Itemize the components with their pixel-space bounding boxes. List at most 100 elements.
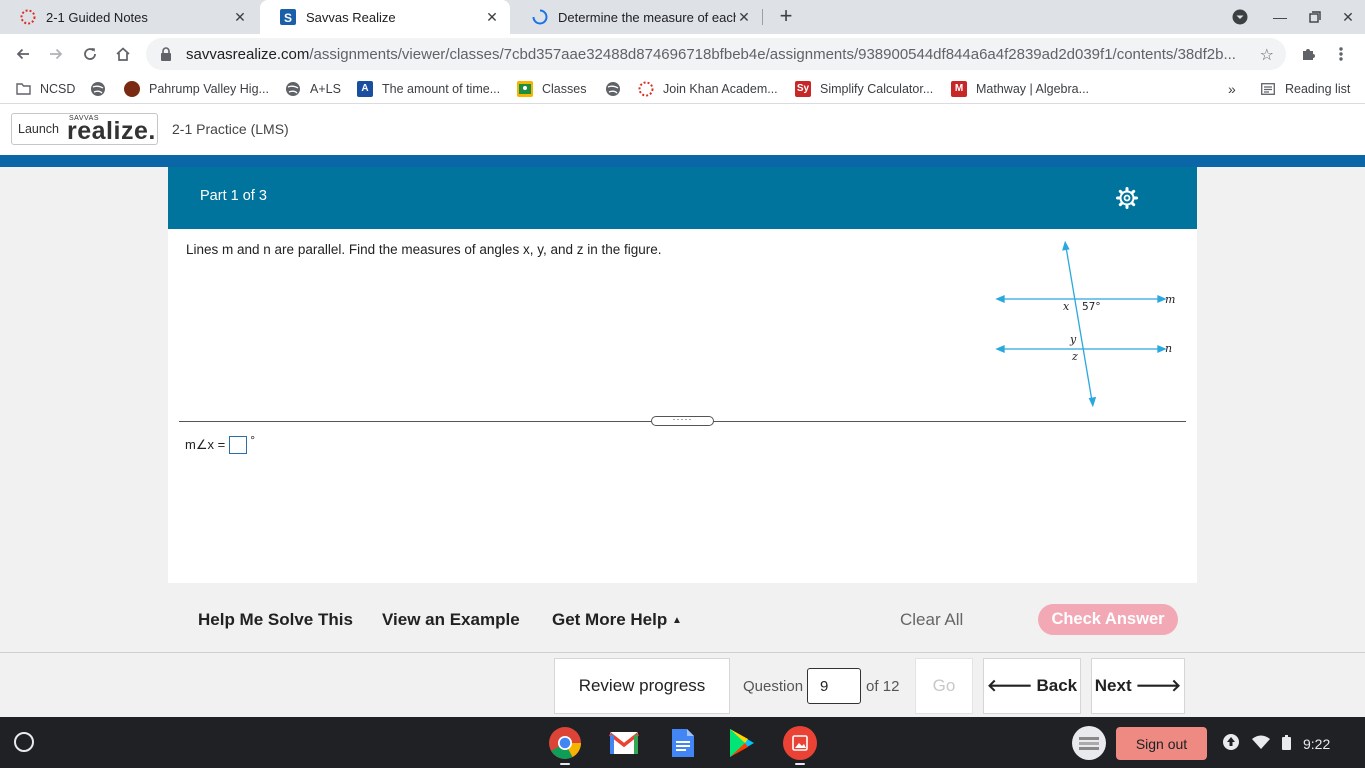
- launch-realize-button[interactable]: Launch SAVVAS realize.: [11, 113, 158, 145]
- bookmark-globe-2[interactable]: [605, 74, 630, 103]
- extensions-puzzle-icon[interactable]: [1294, 40, 1322, 68]
- running-indicator: [795, 763, 805, 765]
- gear-icon[interactable]: [1116, 187, 1138, 209]
- tab-guided-notes[interactable]: 2-1 Guided Notes ✕: [0, 0, 258, 34]
- answer-prefix: m∠x =: [185, 437, 226, 452]
- bookmark-globe-1[interactable]: [90, 74, 115, 103]
- bookmark-pahrump-valley[interactable]: Pahrump Valley Hig...: [124, 74, 269, 103]
- address-bar[interactable]: savvasrealize.com/assignments/viewer/cla…: [146, 38, 1286, 70]
- chrome-icon[interactable]: [548, 726, 582, 760]
- gallery-app-icon[interactable]: [783, 726, 817, 760]
- caret-up-icon: ▲: [671, 615, 682, 626]
- tab-determine-measure[interactable]: Determine the measure of each c ✕: [512, 0, 762, 34]
- go-button[interactable]: Go: [915, 658, 973, 714]
- play-store-icon[interactable]: [725, 726, 759, 760]
- close-window-icon[interactable]: ✕: [1334, 0, 1362, 34]
- sign-out-button[interactable]: Sign out: [1116, 727, 1207, 760]
- resize-handle[interactable]: ·····: [651, 415, 714, 426]
- close-icon[interactable]: ✕: [736, 9, 752, 26]
- tab-savvas-realize[interactable]: S Savvas Realize ✕: [260, 0, 510, 34]
- forward-arrow-icon[interactable]: [42, 40, 70, 68]
- degree-symbol: °: [250, 433, 255, 447]
- back-arrow-icon[interactable]: [9, 40, 37, 68]
- folder-icon: [15, 81, 31, 97]
- transversal-top-arrow: [1062, 241, 1070, 251]
- bookmark-ncsd[interactable]: NCSD: [15, 74, 75, 103]
- get-more-help-button[interactable]: Get More Help ▲: [552, 610, 682, 630]
- reading-list-button[interactable]: Reading list: [1260, 74, 1350, 103]
- bookmark-label: NCSD: [40, 81, 76, 96]
- check-answer-button[interactable]: Check Answer: [1038, 604, 1178, 635]
- launcher-circle-icon[interactable]: [14, 732, 34, 752]
- url-host: savvasrealize.com: [186, 45, 310, 63]
- loading-spinner-icon: [532, 9, 548, 25]
- label-x: x: [1063, 300, 1070, 313]
- question-header: Part 1 of 3: [168, 167, 1197, 229]
- help-me-solve-button[interactable]: Help Me Solve This: [198, 610, 353, 630]
- part-indicator: Part 1 of 3: [200, 188, 267, 204]
- line-m-right-arrow: [1157, 295, 1167, 303]
- reading-list-label: Reading list: [1285, 81, 1351, 96]
- bookmark-label: Classes: [542, 81, 587, 96]
- bookmark-label: Pahrump Valley Hig...: [149, 81, 269, 96]
- minimize-icon[interactable]: —: [1266, 0, 1294, 34]
- bookmark-simplify-calculator[interactable]: Sy Simplify Calculator...: [795, 74, 933, 103]
- home-icon[interactable]: [109, 40, 137, 68]
- gmail-icon[interactable]: [607, 726, 641, 760]
- tab-title: Savvas Realize: [306, 9, 396, 25]
- restore-icon[interactable]: [1301, 0, 1329, 34]
- bookmark-label: Simplify Calculator...: [820, 81, 934, 96]
- bookmark-label: A+LS: [310, 81, 341, 96]
- os-shelf: Sign out 9:22: [0, 717, 1365, 768]
- bookmark-khan-academy[interactable]: Join Khan Academ...: [638, 74, 778, 103]
- bookmark-label: The amount of time...: [382, 81, 501, 96]
- realize-logo: SAVVAS realize.: [67, 115, 156, 144]
- label-y: y: [1069, 333, 1077, 346]
- update-arrow-icon: [1222, 733, 1240, 754]
- savvas-s-icon: S: [280, 9, 296, 25]
- globe-icon: [605, 81, 621, 97]
- arrow-right-icon: 🡒: [1135, 676, 1182, 695]
- bookmark-star-icon[interactable]: ☆: [1260, 45, 1274, 65]
- angle-57-label: 57°: [1082, 301, 1101, 313]
- bookmark-mathway[interactable]: M Mathway | Algebra...: [951, 74, 1089, 103]
- line-n-left-arrow: [995, 345, 1005, 353]
- bookmark-als[interactable]: A+LS: [285, 74, 341, 103]
- app-header: Launch SAVVAS realize. 2-1 Practice (LMS…: [0, 104, 1365, 155]
- bookmarks-overflow-icon[interactable]: »: [1228, 74, 1236, 103]
- mathway-icon: M: [951, 80, 967, 97]
- clear-all-button[interactable]: Clear All: [900, 610, 963, 630]
- review-progress-button[interactable]: Review progress: [554, 658, 730, 714]
- logo-realize-text: realize.: [67, 116, 156, 145]
- label-z: z: [1071, 350, 1078, 363]
- close-icon[interactable]: ✕: [484, 9, 500, 26]
- back-button[interactable]: 🡐 Back: [983, 658, 1081, 714]
- tab-search-icon[interactable]: [1226, 0, 1254, 34]
- lock-icon[interactable]: [160, 47, 174, 61]
- loading-ring-icon: [20, 9, 36, 25]
- globe-icon: [90, 81, 106, 97]
- transversal: [1065, 246, 1093, 402]
- back-label: Back: [1036, 676, 1078, 695]
- reload-icon[interactable]: [76, 40, 104, 68]
- bookmark-amount-of-time[interactable]: A The amount of time...: [357, 74, 500, 103]
- question-number-input[interactable]: 9: [807, 668, 862, 704]
- google-docs-icon[interactable]: [666, 726, 700, 760]
- wifi-icon: [1252, 735, 1270, 752]
- line-m-left-arrow: [995, 295, 1005, 303]
- question-nav-footer: Review progress Question 9 of 12 Go 🡐 Ba…: [0, 652, 1365, 717]
- status-tray[interactable]: 9:22: [1222, 727, 1330, 760]
- bookmark-label: Mathway | Algebra...: [976, 81, 1090, 96]
- tab-title: Determine the measure of each c: [558, 9, 736, 25]
- next-button[interactable]: Next 🡒: [1091, 658, 1185, 714]
- bookmark-classes[interactable]: Classes: [517, 74, 586, 103]
- answer-input-box[interactable]: [229, 436, 248, 454]
- question-prompt: Lines m and n are parallel. Find the mea…: [186, 242, 662, 257]
- new-tab-plus-icon[interactable]: +: [773, 4, 799, 30]
- overflow-label: »: [1228, 80, 1236, 97]
- user-avatar[interactable]: [1072, 726, 1106, 760]
- close-icon[interactable]: ✕: [232, 9, 248, 26]
- view-example-button[interactable]: View an Example: [382, 610, 520, 630]
- kebab-menu-icon[interactable]: [1327, 40, 1355, 68]
- classroom-icon: [517, 80, 533, 97]
